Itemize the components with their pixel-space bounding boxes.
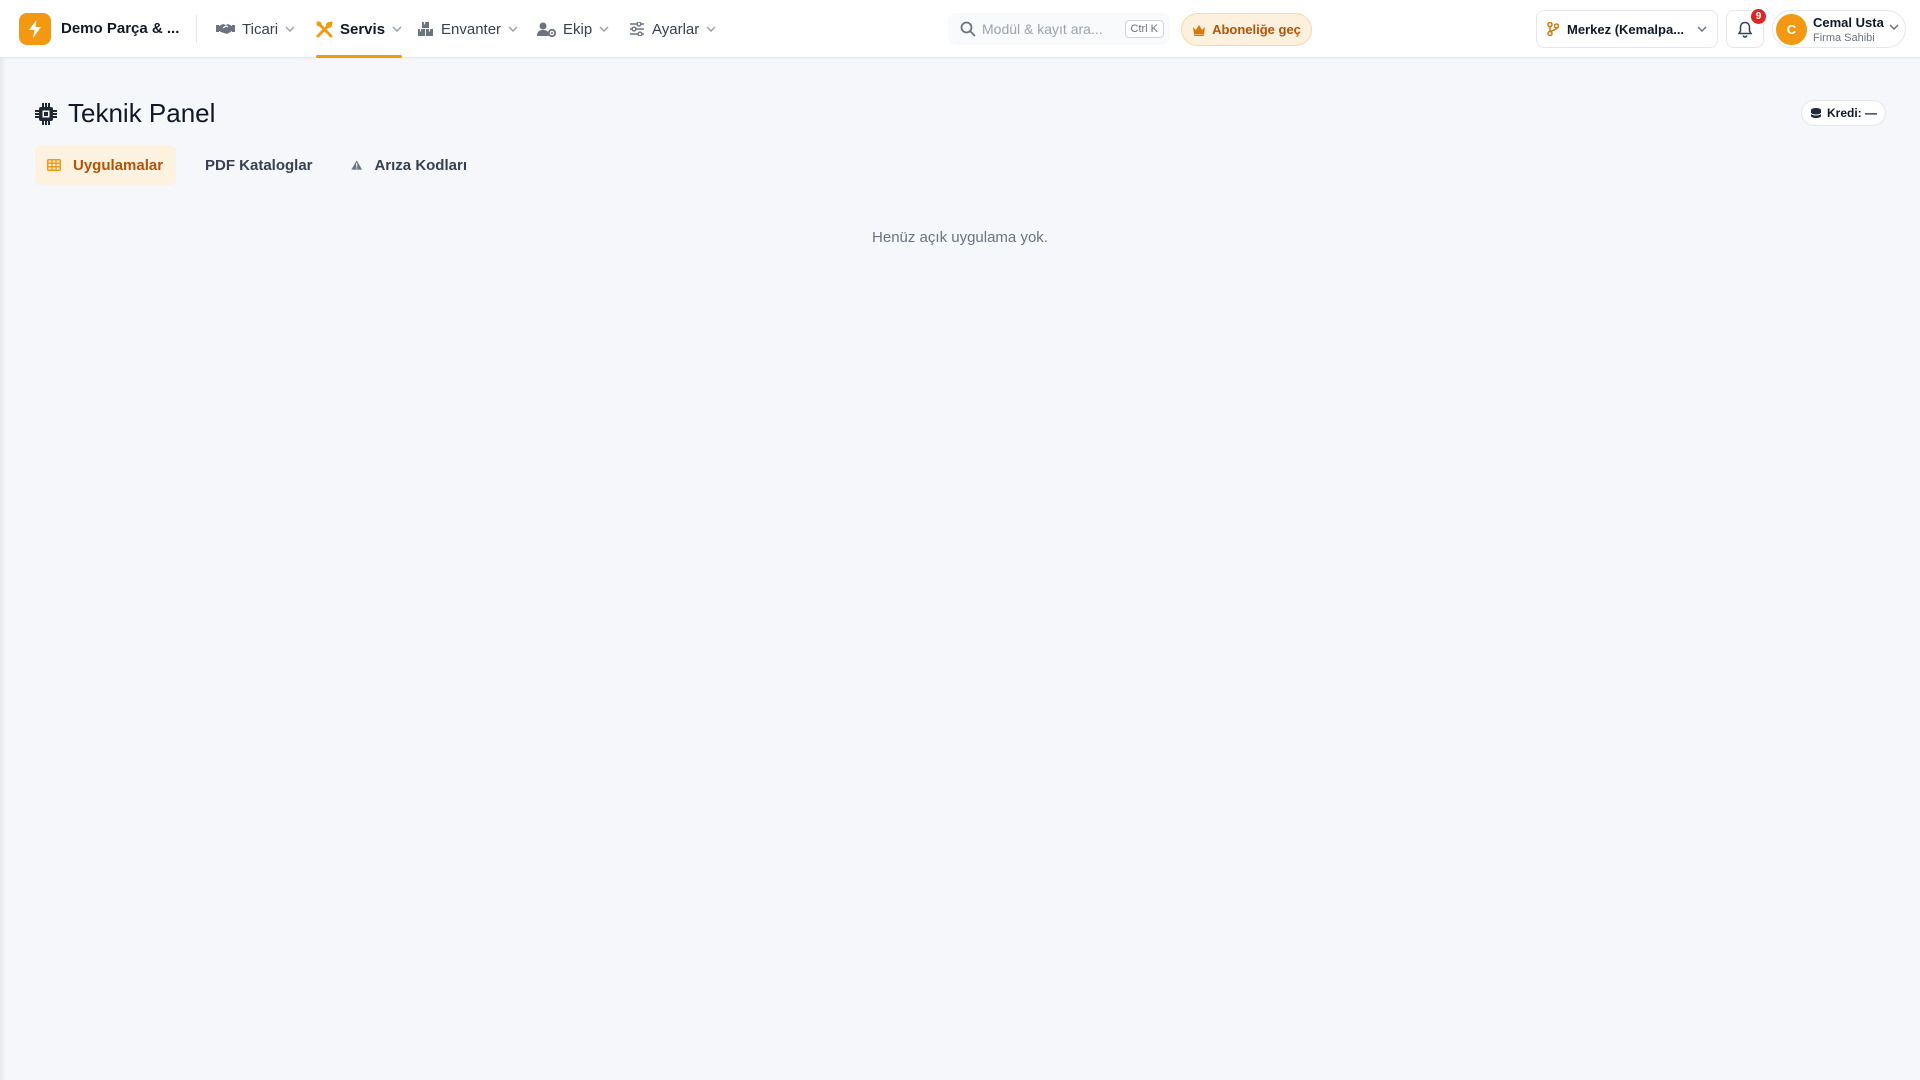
nav-envanter[interactable]: Envanter (417, 0, 518, 58)
nav-label: Servis (340, 20, 386, 38)
empty-state-message: Henüz açık uygulama yok. (872, 229, 1048, 246)
chevron-down-icon (285, 26, 295, 32)
lightning-icon (29, 20, 41, 38)
nav-label: Ticari (242, 20, 279, 38)
page-header: Teknik Panel (34, 98, 215, 129)
tab-label: PDF Kataloglar (205, 156, 313, 174)
notifications-button[interactable]: 9 (1726, 9, 1766, 48)
global-search[interactable]: Ctrl K (948, 13, 1170, 45)
crown-icon (1193, 24, 1206, 36)
handshake-icon (216, 24, 235, 34)
users-gear-icon (537, 22, 556, 37)
chevron-down-icon (1697, 26, 1707, 32)
chevron-down-icon (599, 26, 609, 32)
tab-ariza-kodlari[interactable]: Arıza Kodları (339, 145, 479, 185)
nav-label: Envanter (441, 20, 502, 38)
chevron-down-icon (706, 26, 716, 32)
top-navbar: Demo Parça & ... Ticari Servis Envanter (0, 0, 1920, 58)
git-branch-icon (1547, 22, 1559, 36)
search-input[interactable] (982, 18, 1112, 40)
page-title: Teknik Panel (68, 98, 216, 128)
search-icon (960, 21, 976, 42)
user-role: Firma Sahibi (1813, 32, 1875, 44)
nav-label: Ekip (563, 20, 593, 38)
credit-label: Kredi: — (1826, 106, 1877, 120)
tab-uygulamalar[interactable]: Uygulamalar (35, 145, 176, 185)
warning-icon (351, 160, 363, 170)
brand-name[interactable]: Demo Parça & ... (61, 20, 179, 37)
table-icon (47, 159, 61, 171)
bell-icon (1737, 21, 1753, 38)
brand-logo[interactable] (19, 13, 51, 45)
tab-pdf-kataloglar[interactable]: PDF Kataloglar (181, 145, 321, 185)
chevron-down-icon (392, 26, 402, 32)
nav-ayarlar[interactable]: Ayarlar (629, 0, 716, 58)
nav-ticari[interactable]: Ticari (216, 0, 295, 58)
brand-divider (196, 15, 197, 43)
boxes-icon (418, 22, 433, 36)
coins-icon (1810, 108, 1822, 118)
nav-ekip[interactable]: Ekip (537, 0, 609, 58)
chip-icon (35, 102, 57, 125)
tab-label: Uygulamalar (73, 156, 164, 174)
notification-count-badge: 9 (1751, 9, 1766, 24)
branch-selector[interactable]: Merkez (Kemalpa... (1536, 10, 1718, 48)
credit-badge[interactable]: Kredi: — (1801, 100, 1886, 126)
upgrade-label: Aboneliğe geç (1212, 22, 1301, 37)
sliders-icon (630, 22, 644, 36)
search-shortcut-badge: Ctrl K (1124, 20, 1164, 38)
chevron-down-icon (508, 26, 518, 32)
nav-label: Ayarlar (652, 20, 700, 38)
nav-servis[interactable]: Servis (316, 0, 403, 58)
chevron-down-icon (1889, 24, 1899, 30)
tools-icon (316, 21, 333, 37)
tab-label: Arıza Kodları (374, 156, 467, 174)
user-menu[interactable]: C Cemal Usta Firma Sahibi (1772, 10, 1906, 48)
user-name: Cemal Usta (1813, 15, 1884, 30)
branch-label: Merkez (Kemalpa... (1567, 21, 1685, 37)
avatar: C (1776, 14, 1807, 45)
left-edge-shadow (0, 58, 6, 1080)
upgrade-button[interactable]: Aboneliğe geç (1181, 13, 1312, 46)
